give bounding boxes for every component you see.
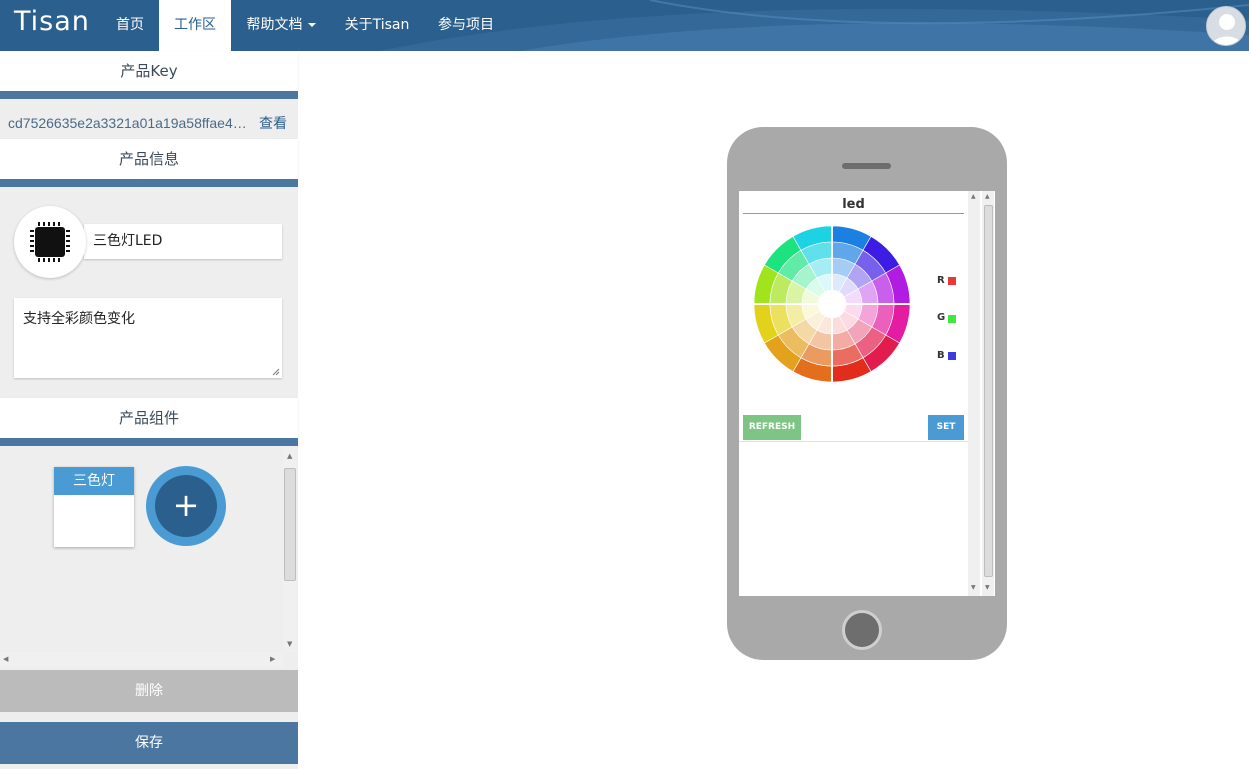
chevron-down-icon [307, 23, 316, 27]
section-divider [0, 91, 298, 99]
scroll-down-icon[interactable]: ▼ [971, 584, 976, 591]
component-card-title: 三色灯 [54, 467, 134, 495]
scroll-left-icon[interactable]: ◀ [3, 655, 8, 663]
vertical-scrollbar[interactable]: ▲ ▼ [283, 448, 298, 652]
scroll-up-icon[interactable]: ▲ [985, 193, 990, 200]
nav-help-docs[interactable]: 帮助文档 [233, 0, 329, 51]
color-wheel[interactable] [753, 225, 911, 383]
nav-about-label: 关于Tisan [344, 17, 410, 33]
section-divider [0, 179, 298, 187]
scroll-up-icon[interactable]: ▲ [287, 452, 292, 460]
scrollbar-thumb[interactable] [984, 205, 993, 577]
components-scroll-area: 三色灯 + ▲ ▼ ◀ ▶ [0, 448, 298, 668]
nav-participate[interactable]: 参与项目 [428, 0, 504, 51]
component-card[interactable]: 三色灯 [54, 467, 134, 547]
widget-title: led [743, 196, 964, 214]
left-panel: 产品Key cd7526635e2a3321a01a19a58ffae4… 查看… [0, 51, 298, 769]
phone-preview: led R G B REFRESH SET ▲ ▼ ▲ ▼ [727, 127, 1007, 660]
section-divider [0, 438, 298, 446]
scroll-right-icon[interactable]: ▶ [270, 655, 275, 663]
save-button[interactable]: 保存 [0, 722, 298, 764]
nav-home[interactable]: 首页 [104, 0, 156, 51]
phone-speaker [842, 163, 891, 169]
product-components-title: 产品组件 [118, 409, 179, 427]
channel-g-swatch [948, 315, 956, 323]
refresh-button[interactable]: REFRESH [743, 415, 801, 440]
product-name-value: 三色灯LED [93, 233, 163, 249]
save-button-label: 保存 [135, 735, 163, 751]
product-key-row: cd7526635e2a3321a01a19a58ffae4… 查看 [0, 108, 298, 138]
scroll-down-icon[interactable]: ▼ [985, 584, 990, 591]
channel-g-label: G [937, 312, 946, 323]
product-components-header: 产品组件 [0, 398, 298, 438]
product-name-input[interactable]: 三色灯LED [84, 224, 282, 259]
nav-participate-label: 参与项目 [438, 17, 494, 33]
scroll-down-icon[interactable]: ▼ [287, 640, 292, 648]
product-info-header: 产品信息 [0, 139, 298, 179]
user-avatar-icon [1211, 14, 1243, 45]
nav-workspace[interactable]: 工作区 [159, 0, 231, 51]
phone-screen: led R G B REFRESH SET ▲ ▼ ▲ ▼ [739, 191, 995, 596]
channel-r-label: R [937, 275, 945, 286]
channel-b-swatch [948, 352, 956, 360]
nav-help-docs-label: 帮助文档 [246, 17, 303, 33]
delete-button[interactable]: 删除 [0, 670, 298, 712]
horizontal-scrollbar[interactable]: ◀ ▶ [0, 652, 283, 667]
set-button[interactable]: SET [928, 415, 964, 440]
add-component-button[interactable]: + [146, 466, 226, 546]
scroll-up-icon[interactable]: ▲ [971, 193, 976, 200]
brand-logo[interactable]: Tisan [14, 6, 90, 37]
scrollbar-thumb[interactable] [284, 468, 296, 581]
product-icon-button[interactable] [14, 206, 86, 278]
led-widget: led R G B REFRESH SET [740, 192, 967, 443]
nav-about[interactable]: 关于Tisan [334, 0, 420, 51]
view-key-link[interactable]: 查看 [259, 108, 287, 138]
top-navbar: Tisan 首页 工作区 帮助文档 关于Tisan 参与项目 [0, 0, 1249, 51]
product-key-value: cd7526635e2a3321a01a19a58ffae4… [8, 115, 247, 131]
channel-b-label: B [937, 350, 945, 361]
widget-divider [739, 441, 968, 442]
resize-grip-icon[interactable] [272, 368, 280, 376]
phone-home-button[interactable] [842, 610, 882, 650]
product-info-title: 产品信息 [118, 150, 179, 168]
chip-icon [30, 222, 70, 262]
nav-workspace-label: 工作区 [174, 17, 216, 33]
plus-icon: + [155, 475, 217, 537]
product-key-title: 产品Key [120, 62, 178, 80]
nav-home-label: 首页 [116, 17, 144, 33]
channel-r-swatch [948, 277, 956, 285]
user-avatar[interactable] [1206, 6, 1246, 46]
outer-scrollbar[interactable]: ▲ ▼ [982, 191, 994, 596]
delete-button-label: 删除 [135, 683, 163, 699]
product-description-textarea[interactable]: 支持全彩颜色变化 [14, 298, 282, 378]
product-key-header: 产品Key [0, 51, 298, 91]
product-description-value: 支持全彩颜色变化 [23, 311, 135, 327]
inner-scrollbar[interactable]: ▲ ▼ [968, 191, 980, 596]
